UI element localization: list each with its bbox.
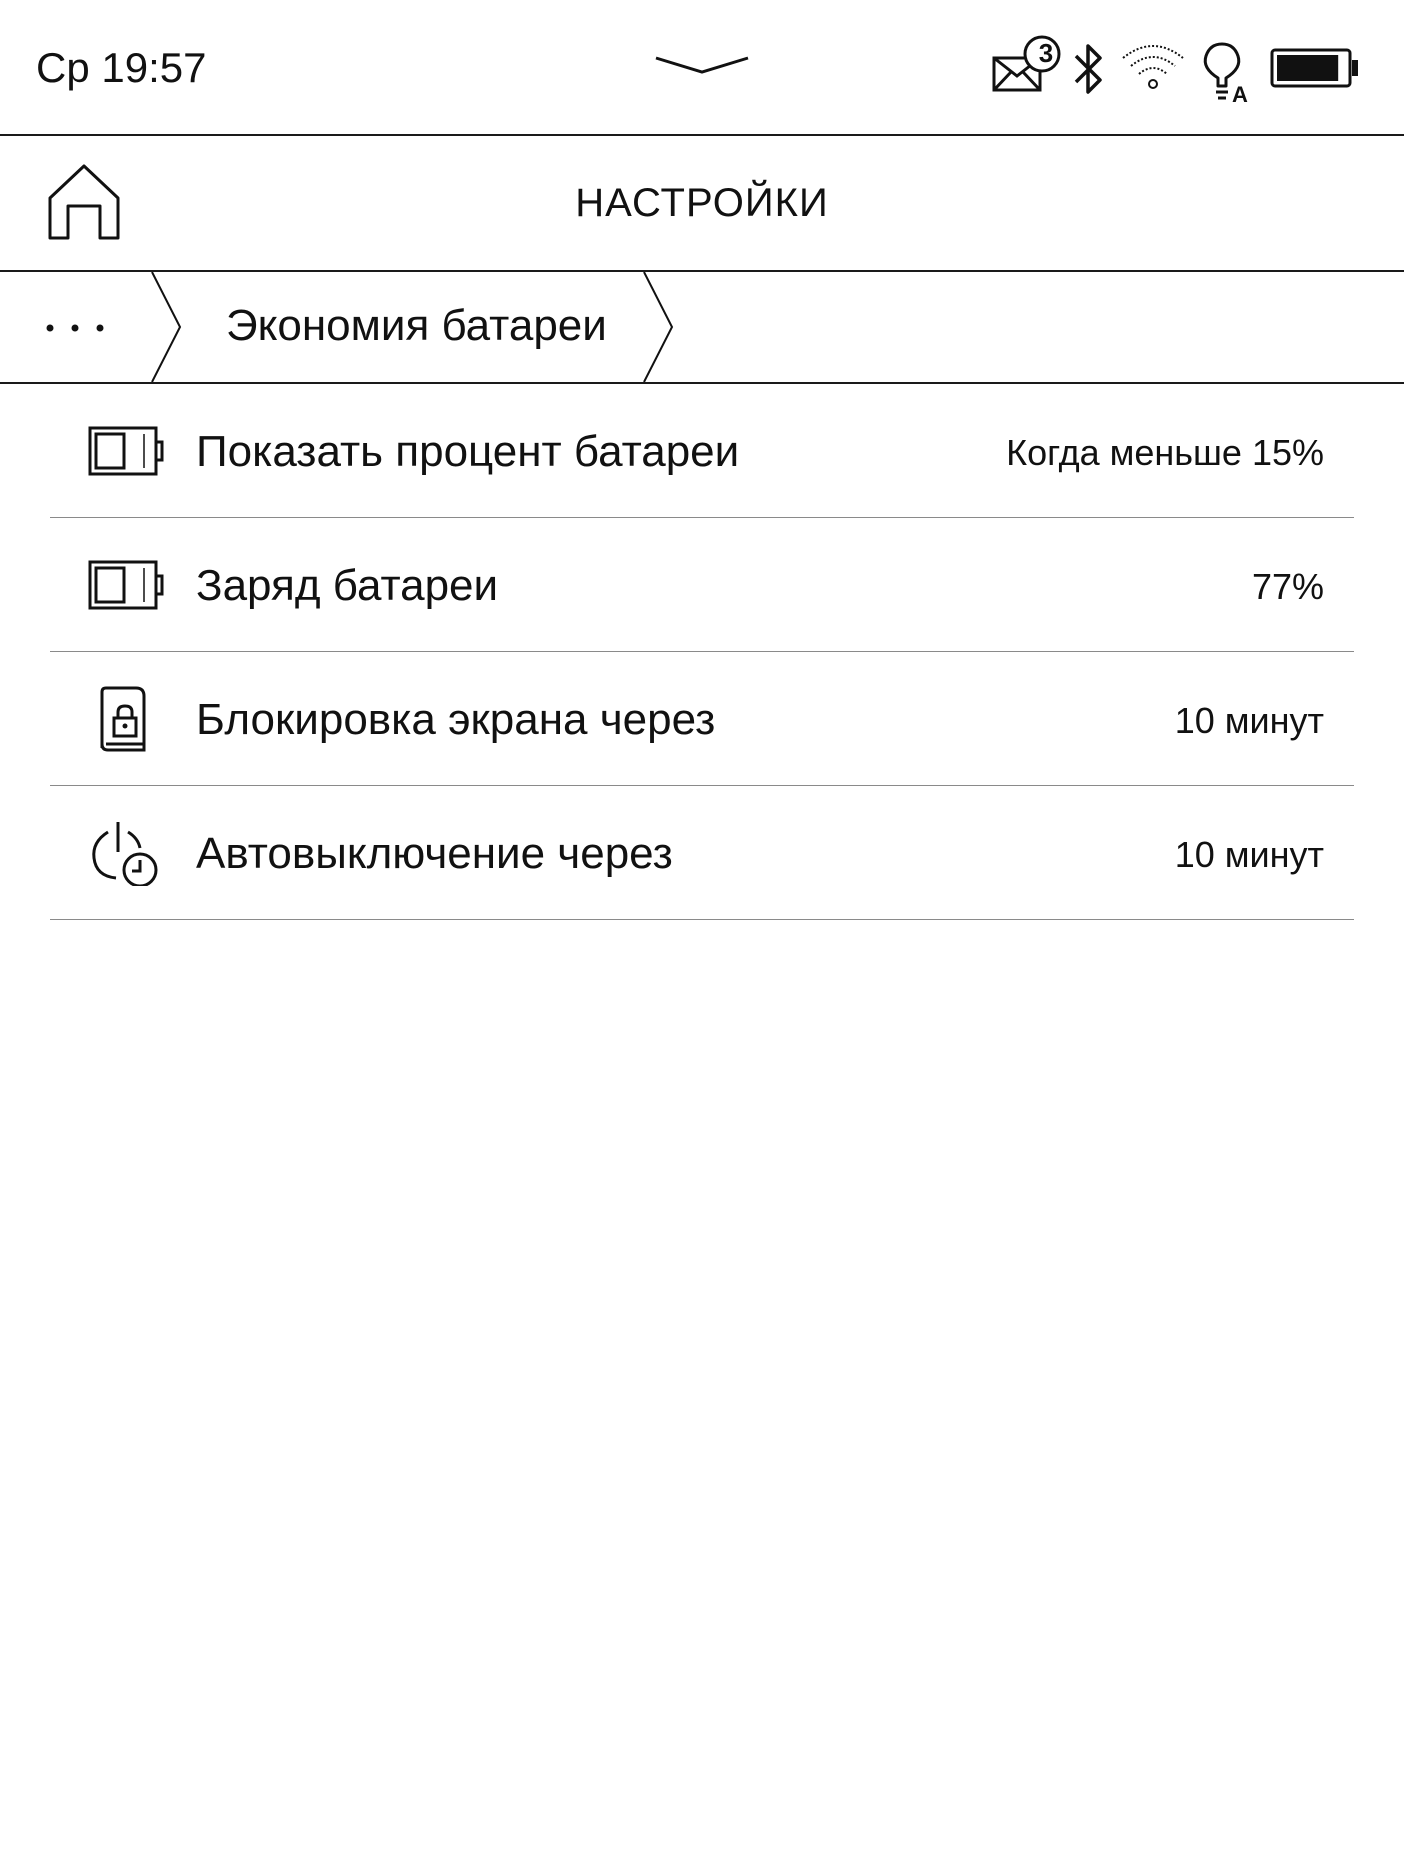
setting-label: Заряд батареи xyxy=(196,561,499,610)
setting-label: Автовыключение через xyxy=(196,829,673,878)
breadcrumb-current[interactable]: Экономия батареи xyxy=(226,298,607,354)
breadcrumb-separator-icon xyxy=(643,272,674,382)
wifi-icon[interactable] xyxy=(1120,42,1186,92)
svg-text:A: A xyxy=(1232,82,1248,104)
setting-row-auto-power-off[interactable]: Автовыключение через 10 минут xyxy=(50,786,1354,920)
page-title: НАСТРОЙКИ xyxy=(575,181,829,225)
setting-value: 77% xyxy=(1251,566,1324,607)
header: НАСТРОЙКИ xyxy=(0,136,1404,272)
power-timer-icon xyxy=(92,822,158,886)
bluetooth-icon[interactable] xyxy=(1070,40,1108,98)
chevron-down-icon[interactable] xyxy=(652,50,752,80)
battery-icon[interactable] xyxy=(1270,48,1360,88)
setting-value: Когда меньше 15% xyxy=(1006,432,1324,473)
setting-value: 10 минут xyxy=(1174,700,1324,741)
battery-charge-icon xyxy=(88,560,164,610)
mail-badge-count: 3 xyxy=(1038,38,1054,68)
breadcrumb-separator-icon xyxy=(151,272,182,382)
setting-value: 10 минут xyxy=(1174,834,1324,875)
setting-label: Показать процент батареи xyxy=(196,427,740,476)
battery-percent-icon xyxy=(88,426,164,476)
setting-row-screen-lock[interactable]: Блокировка экрана через 10 минут xyxy=(50,652,1354,786)
frontlight-auto-icon[interactable]: A xyxy=(1196,42,1254,104)
status-bar: Ср 19:57 3 A xyxy=(0,0,1404,136)
breadcrumb: Экономия батареи xyxy=(0,272,1404,384)
screen-lock-icon xyxy=(100,686,146,752)
setting-label: Блокировка экрана через xyxy=(196,695,716,744)
setting-row-battery-charge[interactable]: Заряд батареи 77% xyxy=(50,518,1354,652)
ellipsis-icon xyxy=(46,324,104,332)
setting-row-battery-percent[interactable]: Показать процент батареи Когда меньше 15… xyxy=(50,384,1354,518)
settings-list: Показать процент батареи Когда меньше 15… xyxy=(50,384,1354,920)
breadcrumb-more-button[interactable] xyxy=(0,272,150,382)
status-time: Ср 19:57 xyxy=(36,44,207,91)
